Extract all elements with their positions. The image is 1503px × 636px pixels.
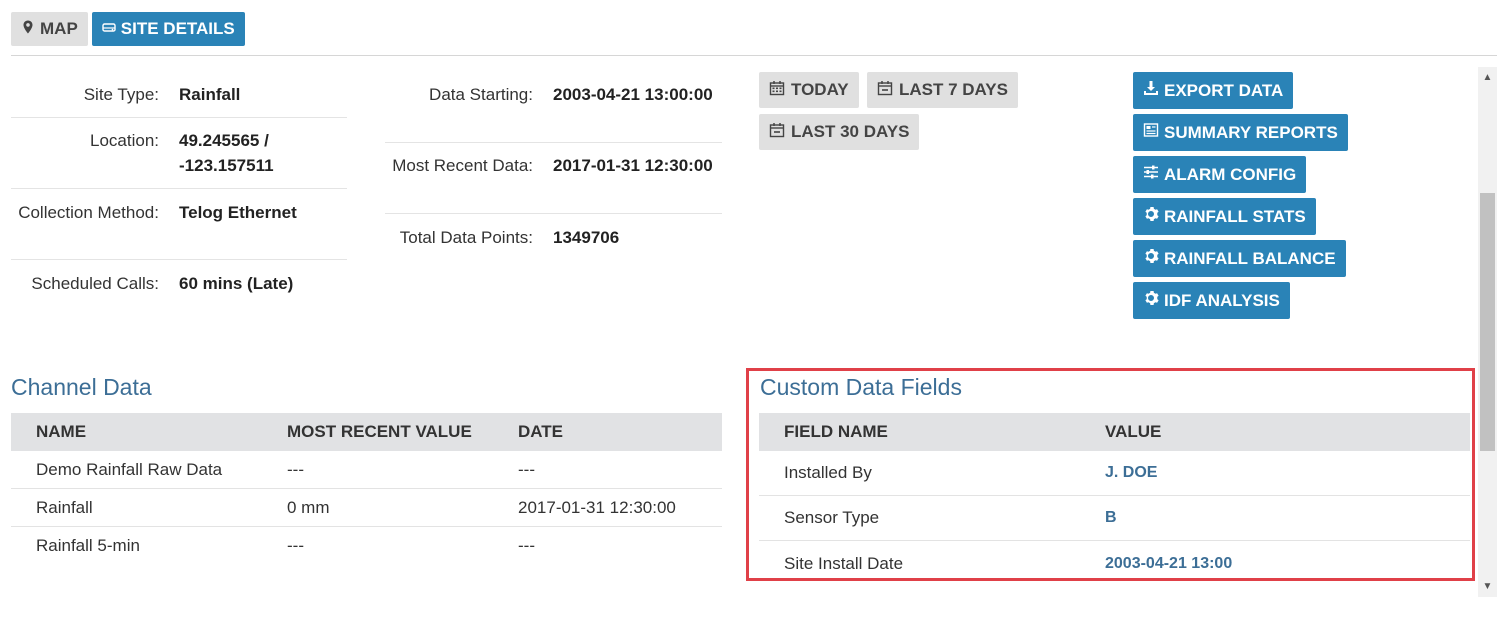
- channel-name: Demo Rainfall Raw Data: [36, 459, 223, 479]
- channel-data-table: NAME MOST RECENT VALUE DATE Demo Rainfal…: [11, 413, 722, 565]
- most-recent-data-label: Most Recent Data:: [392, 156, 533, 175]
- today-label: TODAY: [791, 80, 849, 99]
- collection-method-label: Collection Method:: [18, 203, 159, 222]
- alarm-config-label: ALARM CONFIG: [1164, 164, 1297, 184]
- channel-value: ---: [287, 536, 304, 555]
- site-info-row: Site Type: Rainfall: [11, 82, 347, 118]
- map-marker-icon: [21, 19, 35, 39]
- data-info-row: Most Recent Data: 2017-01-31 12:30:00: [385, 143, 722, 214]
- channel-date: ---: [518, 536, 535, 555]
- tabs-divider: [11, 55, 1497, 56]
- tab-site-details-label: SITE DETAILS: [120, 19, 235, 38]
- column-header-most-recent-value: MOST RECENT VALUE: [287, 422, 472, 441]
- tab-map[interactable]: MAP: [11, 12, 88, 46]
- field-value: 2003-04-21 13:00: [1105, 554, 1233, 572]
- scheduled-calls-value: 60 mins (Late): [179, 274, 294, 293]
- channel-date: ---: [518, 459, 535, 479]
- table-row[interactable]: Rainfall 0 mm 2017-01-31 12:30:00: [11, 489, 722, 527]
- column-header-date: DATE: [518, 422, 564, 441]
- summary-reports-label: SUMMARY REPORTS: [1164, 122, 1338, 142]
- field-value: J. DOE: [1105, 464, 1158, 481]
- channel-data-title: Channel Data: [11, 374, 152, 400]
- site-info-table: Site Type: Rainfall Location: 49.245565 …: [11, 82, 347, 306]
- tab-site-details[interactable]: SITE DETAILS: [91, 12, 245, 46]
- table-header: NAME MOST RECENT VALUE DATE: [11, 413, 722, 451]
- rainfall-stats-button[interactable]: RAINFALL STATS: [1133, 198, 1316, 235]
- column-header-name: NAME: [36, 422, 87, 441]
- table-row: Sensor Type B: [759, 496, 1470, 541]
- idf-analysis-button[interactable]: IDF ANALYSIS: [1133, 282, 1290, 319]
- channel-value: 0 mm: [287, 497, 330, 517]
- scheduled-calls-label: Scheduled Calls:: [31, 274, 159, 293]
- data-info-row: Data Starting: 2003-04-21 13:00:00: [385, 82, 722, 143]
- collection-method-value: Telog Ethernet: [179, 203, 297, 222]
- channel-date: 2017-01-31 12:30:00: [518, 497, 676, 517]
- location-value: 49.245565 / -123.157511: [179, 131, 274, 175]
- alarm-config-button[interactable]: ALARM CONFIG: [1133, 156, 1307, 193]
- sliders-icon: [1143, 164, 1159, 185]
- table-row: Site Install Date 2003-04-21 13:00: [759, 541, 1470, 586]
- field-name: Installed By: [784, 463, 872, 482]
- gear-icon: [1143, 248, 1159, 269]
- data-info-row: Total Data Points: 1349706: [385, 214, 722, 260]
- data-starting-label: Data Starting:: [429, 85, 533, 104]
- field-value: B: [1105, 509, 1117, 526]
- table-row[interactable]: Rainfall 5-min --- ---: [11, 527, 722, 565]
- table-header: FIELD NAME VALUE: [759, 413, 1470, 451]
- table-row: Installed By J. DOE: [759, 451, 1470, 496]
- hdd-icon: [102, 19, 116, 39]
- gear-icon: [1143, 206, 1159, 227]
- download-icon: [1143, 80, 1159, 101]
- channel-name: Rainfall 5-min: [36, 536, 140, 555]
- data-info-table: Data Starting: 2003-04-21 13:00:00 Most …: [385, 82, 722, 260]
- channel-value: ---: [287, 459, 304, 479]
- rainfall-balance-label: RAINFALL BALANCE: [1164, 248, 1336, 268]
- field-name: Sensor Type: [784, 508, 880, 527]
- table-row[interactable]: Demo Rainfall Raw Data --- ---: [11, 451, 722, 489]
- site-type-label: Site Type:: [83, 85, 159, 104]
- last-7-days-label: LAST 7 DAYS: [899, 80, 1008, 99]
- total-data-points-label: Total Data Points:: [399, 228, 533, 247]
- column-header-value: VALUE: [1105, 422, 1162, 441]
- today-button[interactable]: TODAY: [759, 72, 859, 108]
- scroll-down-arrow-icon[interactable]: ▼: [1478, 577, 1497, 595]
- tab-map-label: MAP: [40, 19, 78, 38]
- calendar-icon: [769, 80, 785, 101]
- most-recent-data-value: 2017-01-31 12:30:00: [553, 156, 713, 175]
- rainfall-balance-button[interactable]: RAINFALL BALANCE: [1133, 240, 1346, 277]
- export-data-button[interactable]: EXPORT DATA: [1133, 72, 1294, 109]
- total-data-points-value: 1349706: [553, 228, 620, 247]
- gear-icon: [1143, 290, 1159, 311]
- field-name: Site Install Date: [784, 553, 904, 573]
- last-30-days-label: LAST 30 DAYS: [791, 122, 910, 141]
- summary-reports-button[interactable]: SUMMARY REPORTS: [1133, 114, 1348, 151]
- export-data-label: EXPORT DATA: [1164, 80, 1284, 100]
- last-30-days-button[interactable]: LAST 30 DAYS: [759, 114, 920, 150]
- site-info-row: Collection Method: Telog Ethernet: [11, 189, 347, 260]
- channel-name: Rainfall: [36, 497, 93, 517]
- custom-data-fields-table: FIELD NAME VALUE Installed By J. DOE Sen…: [759, 413, 1470, 586]
- calendar-minus-icon: [877, 80, 893, 101]
- rainfall-stats-label: RAINFALL STATS: [1164, 206, 1306, 226]
- newspaper-icon: [1143, 122, 1159, 143]
- scrollbar-thumb[interactable]: [1480, 193, 1495, 451]
- last-7-days-button[interactable]: LAST 7 DAYS: [867, 72, 1018, 108]
- idf-analysis-label: IDF ANALYSIS: [1164, 290, 1280, 310]
- column-header-field-name: FIELD NAME: [784, 422, 888, 441]
- location-label: Location:: [90, 131, 159, 150]
- view-tabs: MAP SITE DETAILS: [11, 12, 245, 46]
- data-starting-value: 2003-04-21 13:00:00: [553, 85, 713, 104]
- site-type-value: Rainfall: [179, 85, 241, 104]
- scroll-up-arrow-icon[interactable]: ▲: [1478, 68, 1497, 86]
- calendar-minus-icon: [769, 122, 785, 143]
- site-info-row: Scheduled Calls: 60 mins (Late): [11, 260, 347, 306]
- site-info-row: Location: 49.245565 / -123.157511: [11, 118, 347, 189]
- custom-data-fields-title: Custom Data Fields: [760, 374, 962, 400]
